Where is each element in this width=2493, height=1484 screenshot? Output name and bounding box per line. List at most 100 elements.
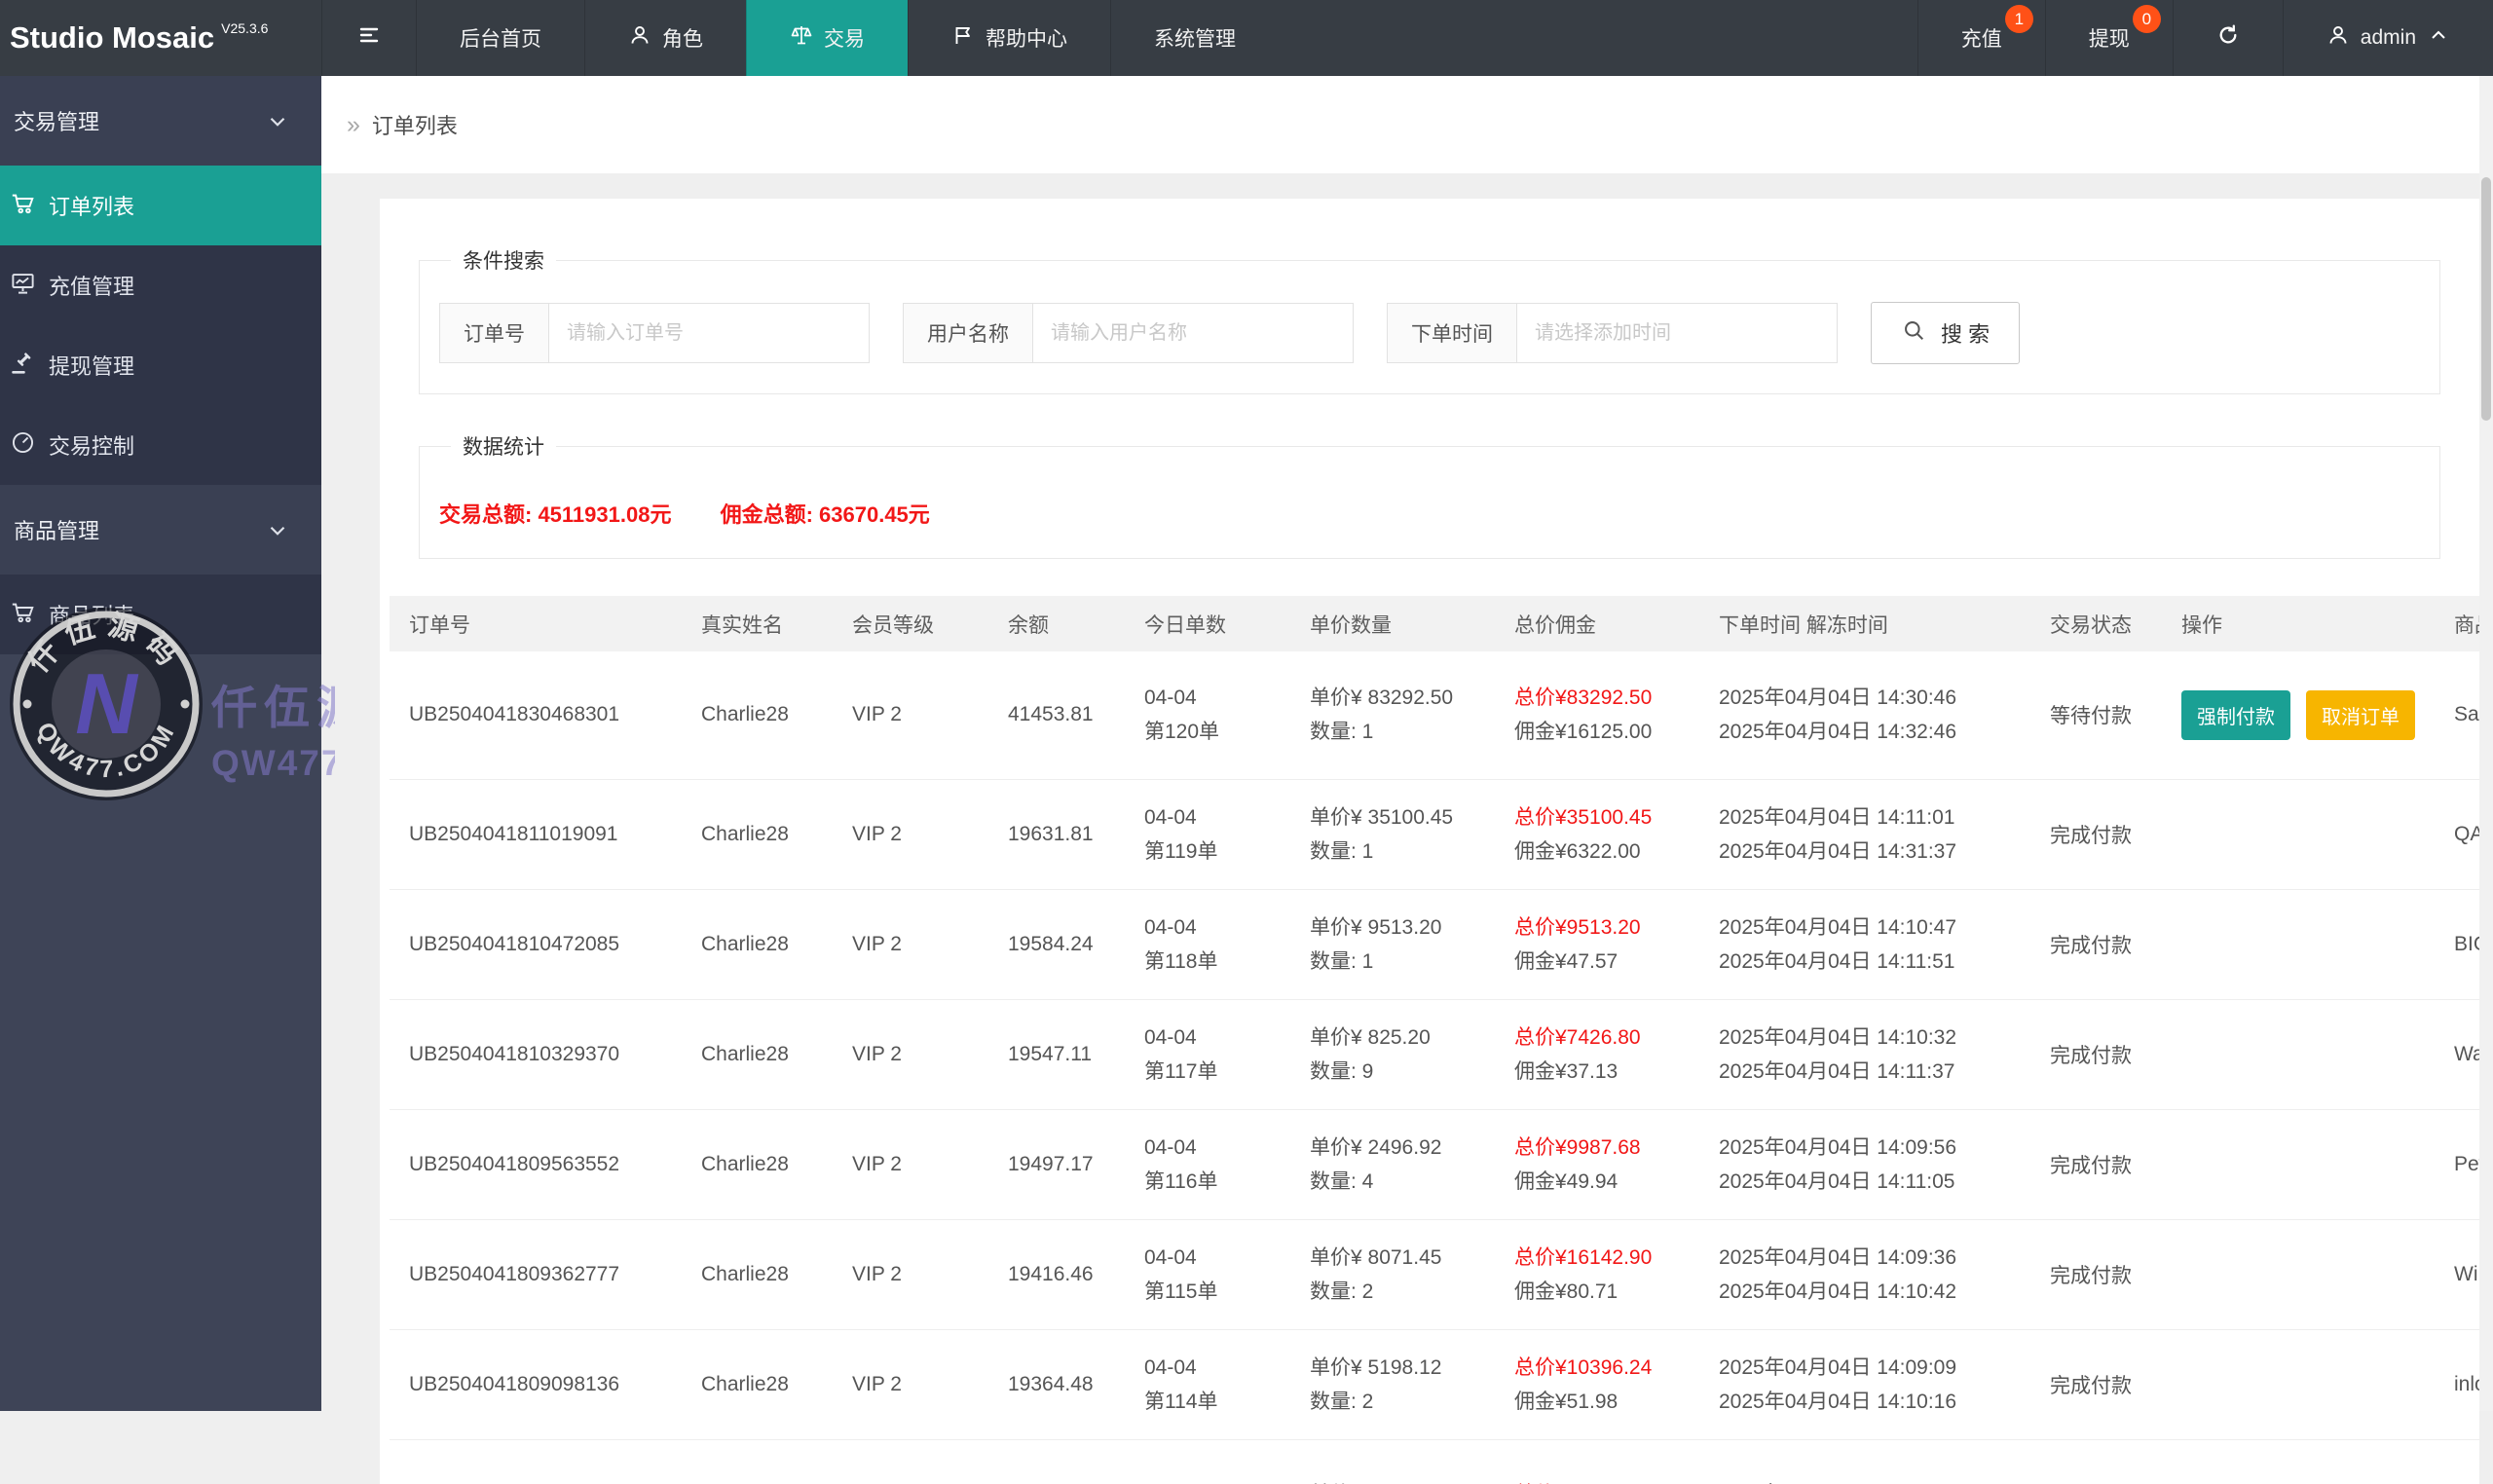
order-date: 04-04 bbox=[1144, 1241, 1289, 1275]
nav-item-dashboard[interactable]: 后台首页 bbox=[416, 0, 584, 76]
sidebar-item-label: 订单列表 bbox=[49, 190, 134, 221]
order-date: 04-04 bbox=[1144, 1020, 1289, 1055]
recharge-label: 充值 bbox=[1961, 23, 2002, 53]
content: 条件搜索 订单号 用户名称 下单时间 bbox=[321, 173, 2493, 1411]
nav-label: 帮助中心 bbox=[986, 23, 1067, 53]
page-title: 订单列表 bbox=[372, 109, 458, 140]
user-menu[interactable]: admin bbox=[2283, 0, 2493, 76]
app-version: V25.3.6 bbox=[221, 20, 268, 36]
order-seq: 第117单 bbox=[1144, 1055, 1289, 1089]
sidebar-item-trade-control[interactable]: 交易控制 bbox=[0, 405, 321, 485]
order-seq: 第118单 bbox=[1144, 945, 1289, 979]
product-cell bbox=[2435, 1439, 2479, 1484]
order-time: 2025年04月04日 14:10:47 bbox=[1719, 910, 2029, 945]
stats-line: 交易总额: 4511931.08元 佣金总额: 63670.45元 bbox=[439, 498, 2420, 529]
order-time: 2025年04月04日 14:09:09 bbox=[1719, 1351, 2029, 1385]
commission: 佣金¥47.57 bbox=[1514, 945, 1698, 979]
sidebar-item-recharge-management[interactable]: 充值管理 bbox=[0, 245, 321, 325]
scrollbar-thumb[interactable] bbox=[2481, 177, 2491, 421]
total-price: 总价¥35100.45 bbox=[1514, 800, 1698, 835]
nav-label: 系统管理 bbox=[1154, 23, 1236, 53]
status-cell: 完成付款 bbox=[2030, 779, 2162, 889]
product-cell: PewD bbox=[2435, 1109, 2479, 1219]
sidebar-collapse-button[interactable] bbox=[321, 0, 416, 76]
sidebar-item-withdraw-management[interactable]: 提现管理 bbox=[0, 325, 321, 405]
actions-cell bbox=[2162, 1439, 2435, 1484]
nav-item-roles[interactable]: 角色 bbox=[584, 0, 746, 76]
total-price: 总价¥9987.68 bbox=[1514, 1131, 1698, 1165]
sidebar-group-label: 交易管理 bbox=[14, 105, 99, 136]
search-legend: 条件搜索 bbox=[451, 245, 556, 275]
refresh-button[interactable] bbox=[2173, 0, 2283, 76]
vertical-scrollbar[interactable] bbox=[2479, 76, 2493, 1411]
total-commission-cell: 总价¥9987.68佣金¥49.94 bbox=[1495, 1109, 1699, 1219]
sidebar-group-trade-management[interactable]: 交易管理 bbox=[0, 76, 321, 166]
order-no-cell: UB2504041810472085 bbox=[390, 889, 682, 999]
order-time-input[interactable] bbox=[1516, 303, 1838, 363]
recharge-button[interactable]: 充值 1 bbox=[1917, 0, 2045, 76]
real-name-cell: Charlie28 bbox=[682, 1219, 833, 1329]
force-pay-button[interactable]: 强制付款 bbox=[2181, 690, 2290, 740]
price-qty-cell: 单价¥ 35100.45数量: 1 bbox=[1290, 779, 1495, 889]
order-no-input[interactable] bbox=[548, 303, 870, 363]
column-header: 下单时间 解冻时间 bbox=[1699, 596, 2030, 651]
today-orders-cell: 04-04 bbox=[1125, 1439, 1290, 1484]
sidebar-group-product-management[interactable]: 商品管理 bbox=[0, 485, 321, 575]
withdraw-button[interactable]: 提现 0 bbox=[2045, 0, 2173, 76]
column-header: 操作 bbox=[2162, 596, 2435, 651]
nav-label: 后台首页 bbox=[460, 23, 541, 53]
order-time-label: 下单时间 bbox=[1387, 303, 1516, 363]
chart-board-icon bbox=[10, 270, 36, 302]
today-orders-cell: 04-04第117单 bbox=[1125, 999, 1290, 1109]
search-row: 订单号 用户名称 下单时间 搜 索 bbox=[439, 302, 2420, 364]
app-logo: Studio Mosaic V25.3.6 bbox=[0, 0, 321, 76]
order-seq: 第120单 bbox=[1144, 715, 1289, 749]
stats-legend: 数据统计 bbox=[451, 431, 556, 461]
chevron-down-icon bbox=[265, 109, 290, 140]
quantity: 数量: 2 bbox=[1310, 1275, 1494, 1309]
column-header: 会员等级 bbox=[833, 596, 988, 651]
unit-price: 单价¥ 1444.21 bbox=[1310, 1477, 1494, 1484]
withdraw-badge: 0 bbox=[2133, 5, 2161, 33]
order-time: 2025年04月04日 14:10:32 bbox=[1719, 1020, 2029, 1055]
real-name-cell: Charlie28 bbox=[682, 651, 833, 779]
table-row: 04-04单价¥ 1444.21总价¥7221.052025年04月04日 14… bbox=[390, 1439, 2479, 1484]
sidebar-item-label: 提现管理 bbox=[49, 350, 134, 381]
order-time: 2025年04月04日 14:11:01 bbox=[1719, 800, 2029, 835]
balance-cell: 19364.48 bbox=[988, 1329, 1125, 1439]
withdraw-label: 提现 bbox=[2089, 23, 2130, 53]
today-orders-cell: 04-04第118单 bbox=[1125, 889, 1290, 999]
nav-item-help-center[interactable]: 帮助中心 bbox=[908, 0, 1110, 76]
username-input[interactable] bbox=[1032, 303, 1354, 363]
flag-icon bbox=[951, 23, 975, 53]
order-date: 04-04 bbox=[1144, 800, 1289, 835]
time-cell: 2025年04月04日 14:11:012025年04月04日 14:31:37 bbox=[1699, 779, 2030, 889]
unit-price: 单价¥ 83292.50 bbox=[1310, 681, 1494, 715]
time-cell: 2025年04月04日 14:10:472025年04月04日 14:11:51 bbox=[1699, 889, 2030, 999]
search-button[interactable]: 搜 索 bbox=[1871, 302, 2020, 364]
member-level-cell: VIP 2 bbox=[833, 999, 988, 1109]
today-orders-cell: 04-04第115单 bbox=[1125, 1219, 1290, 1329]
cart-icon bbox=[10, 190, 36, 222]
order-time: 2025年04月04日 14:30:46 bbox=[1719, 681, 2029, 715]
search-icon bbox=[1901, 317, 1927, 350]
topbar: Studio Mosaic V25.3.6 后台首页 角色 交易 帮助中心 系统… bbox=[0, 0, 2493, 76]
sidebar-item-order-list[interactable]: 订单列表 bbox=[0, 166, 321, 245]
total-price: 总价¥16142.90 bbox=[1514, 1241, 1698, 1275]
column-header: 单价数量 bbox=[1290, 596, 1495, 651]
unfreeze-time: 2025年04月04日 14:11:05 bbox=[1719, 1165, 2029, 1199]
sidebar-item-product-list[interactable]: 商品列表 bbox=[0, 575, 321, 654]
nav-item-trade[interactable]: 交易 bbox=[746, 0, 908, 76]
order-seq: 第115单 bbox=[1144, 1275, 1289, 1309]
column-header: 交易状态 bbox=[2030, 596, 2162, 651]
sidebar-group-label: 商品管理 bbox=[14, 514, 99, 545]
nav-item-system-admin[interactable]: 系统管理 bbox=[1110, 0, 1279, 76]
column-header: 今日单数 bbox=[1125, 596, 1290, 651]
unit-price: 单价¥ 2496.92 bbox=[1310, 1131, 1494, 1165]
total-commission-cell: 总价¥10396.24佣金¥51.98 bbox=[1495, 1329, 1699, 1439]
user-icon bbox=[2326, 23, 2350, 53]
real-name-cell bbox=[682, 1439, 833, 1484]
cancel-order-button[interactable]: 取消订单 bbox=[2306, 690, 2415, 740]
product-cell: War c bbox=[2435, 999, 2479, 1109]
unit-price: 单价¥ 35100.45 bbox=[1310, 800, 1494, 835]
